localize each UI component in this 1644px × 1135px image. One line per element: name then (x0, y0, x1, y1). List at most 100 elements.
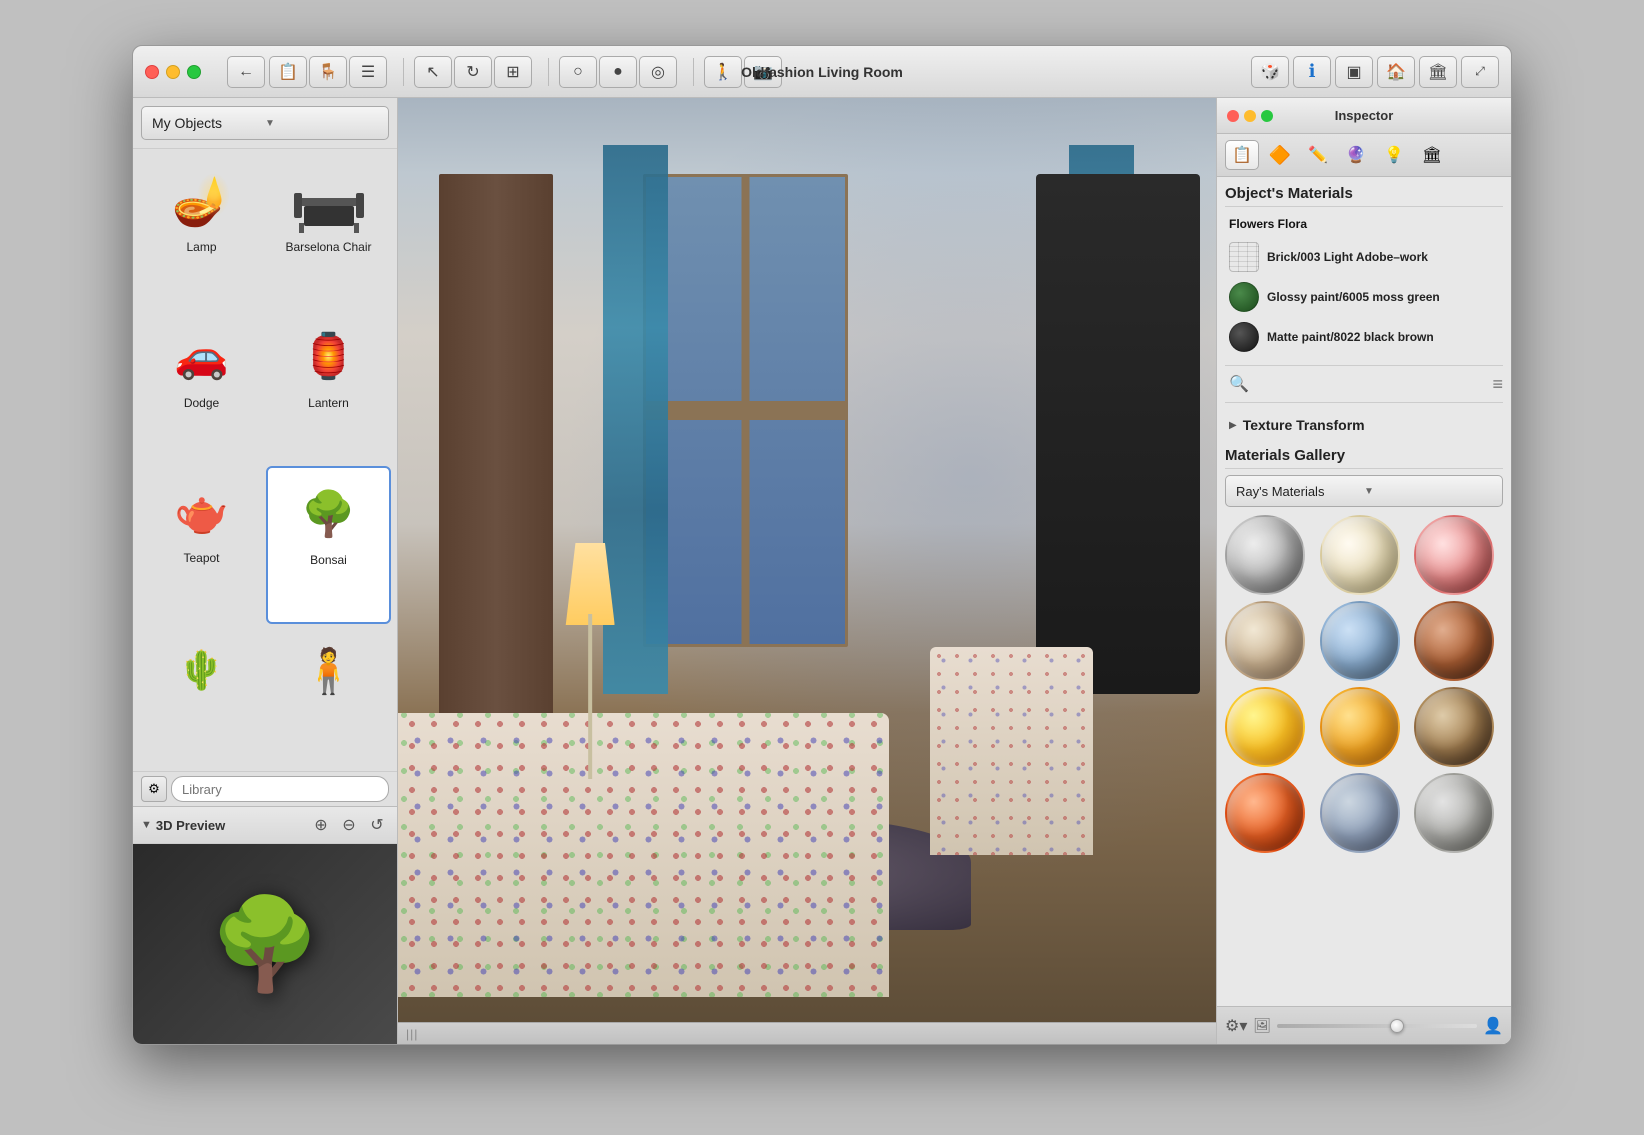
view-group: 📋 🪑 ☰ (269, 56, 387, 88)
tab-lighting[interactable]: 💡 (1377, 140, 1411, 170)
rotate-tool-button[interactable]: ↻ (454, 56, 492, 88)
slider-thumb (1390, 1019, 1404, 1033)
object-item-barselona-chair[interactable]: Barselona Chair (266, 155, 391, 309)
objects-view-button[interactable]: 📋 (269, 56, 307, 88)
window-title: Oldfashion Living Room (741, 64, 903, 80)
refresh-button[interactable]: ↺ (365, 813, 389, 837)
zoom-in-button[interactable]: ⊕ (309, 813, 333, 837)
inspector-tabs: 📋 🔶 ✏️ 🔮 💡 🏛 (1217, 134, 1511, 177)
eyedropper-icon[interactable]: 🔍 (1225, 370, 1253, 398)
render-group: ○ ● ◎ (559, 56, 677, 88)
brick-material-info: Brick/003 Light Adobe–work (1267, 250, 1499, 264)
expand-button[interactable]: ⤢ (1461, 56, 1499, 88)
object-item-lamp[interactable]: 🪔 Lamp (139, 155, 264, 309)
objects-dropdown[interactable]: My Objects ▼ (141, 106, 389, 140)
footer-gear-button[interactable]: ⚙▾ (1225, 1016, 1247, 1036)
main-content: My Objects ▼ 🪔 Lamp (133, 98, 1511, 1044)
object-item-lantern[interactable]: 🏮 Lantern (266, 311, 391, 465)
material-item-glossy-green[interactable]: Glossy paint/6005 moss green (1225, 277, 1503, 317)
close-button[interactable] (145, 65, 159, 79)
tab-materials[interactable]: 🔶 (1263, 140, 1297, 170)
material-sphere-gray-stone[interactable] (1414, 773, 1494, 853)
material-sphere-cream-floral[interactable] (1320, 515, 1400, 595)
tab-building[interactable]: 🏛 (1415, 140, 1449, 170)
material-sphere-gray-floral[interactable] (1225, 515, 1305, 595)
material-sphere-orange-mid[interactable] (1320, 687, 1400, 767)
materials-grid (1225, 515, 1503, 853)
object-item-figure[interactable]: 🧍 (266, 626, 391, 766)
object-item-dodge[interactable]: 🚗 Dodge (139, 311, 264, 465)
objects-materials-title: Object's Materials (1225, 185, 1503, 207)
back-button[interactable]: ← (227, 56, 265, 88)
house-button[interactable]: 🏠 (1377, 56, 1415, 88)
toolbar-separator-3 (693, 58, 694, 86)
floor-lamp (578, 543, 603, 780)
info-button[interactable]: ℹ (1293, 56, 1331, 88)
inspector-title: Inspector (1287, 108, 1441, 123)
maximize-button[interactable] (187, 65, 201, 79)
main-sofa (398, 713, 889, 997)
object-item-bonsai[interactable]: 🌳 Bonsai (266, 466, 391, 624)
object-item-teapot[interactable]: 🫖 Teapot (139, 466, 264, 624)
group-tool-button[interactable]: ⊞ (494, 56, 532, 88)
render-button[interactable]: ◎ (639, 56, 677, 88)
gallery-dropdown[interactable]: Ray's Materials ▼ (1225, 475, 1503, 507)
slider-container: 🖼 👤 (1253, 1016, 1503, 1036)
inspector-body: Object's Materials Flowers Flora Brick/0… (1217, 177, 1511, 1006)
material-sphere-red-floral[interactable] (1414, 515, 1494, 595)
settings-gear-button[interactable]: ⚙ (141, 776, 167, 802)
building-button[interactable]: 🏛 (1419, 56, 1457, 88)
list-view-button[interactable]: ☰ (349, 56, 387, 88)
material-sphere-orange-bright[interactable] (1225, 687, 1305, 767)
furniture-button[interactable]: 🪑 (309, 56, 347, 88)
material-sphere-slate-blue[interactable] (1320, 773, 1400, 853)
tab-render[interactable]: 🔮 (1339, 140, 1373, 170)
material-list: Flowers Flora Brick/003 Light Adobe–work… (1225, 215, 1503, 357)
material-sphere-tan-floral[interactable] (1225, 601, 1305, 681)
solid-button[interactable]: ● (599, 56, 637, 88)
material-item-brick[interactable]: Brick/003 Light Adobe–work (1225, 237, 1503, 277)
tools-row: 🔍 ≡ (1225, 365, 1503, 403)
3d-scene-area[interactable]: ||| (398, 98, 1216, 1044)
matte-black-material-name: Matte paint/8022 black brown (1267, 330, 1499, 344)
texture-transform-header[interactable]: ▶ Texture Transform (1225, 411, 1503, 439)
scene-bottom-bar: ||| (398, 1022, 1216, 1044)
inspector-close-button[interactable] (1227, 110, 1239, 122)
panel-button[interactable]: ▣ (1335, 56, 1373, 88)
library-search-input[interactable] (171, 776, 389, 802)
main-toolbar: ← 📋 🪑 ☰ ↖ ↻ ⊞ ○ ● ◎ 🚶 📷 (227, 56, 788, 88)
materials-gallery-title: Materials Gallery (1225, 447, 1503, 469)
window-frames (646, 177, 845, 644)
tab-objects[interactable]: 📋 (1225, 140, 1259, 170)
cursor-tool-button[interactable]: ↖ (414, 56, 452, 88)
material-sphere-orange-dark[interactable] (1225, 773, 1305, 853)
material-sphere-brown-texture[interactable] (1414, 687, 1494, 767)
lamp-pole (588, 614, 592, 780)
tab-edit[interactable]: ✏️ (1301, 140, 1335, 170)
glossy-green-swatch (1229, 282, 1259, 312)
wire-button[interactable]: ○ (559, 56, 597, 88)
walk-button[interactable]: 🚶 (704, 56, 742, 88)
texture-transform-label: Texture Transform (1243, 417, 1365, 433)
teapot-icon: 🫖 (157, 474, 247, 549)
minimize-button[interactable] (166, 65, 180, 79)
resize-handle-icon[interactable]: ||| (406, 1027, 418, 1041)
material-sphere-blue-diamond[interactable] (1320, 601, 1400, 681)
menu-icon[interactable]: ≡ (1492, 374, 1503, 395)
opacity-slider[interactable] (1277, 1024, 1477, 1028)
material-sphere-rust-linen[interactable] (1414, 601, 1494, 681)
lantern-label: Lantern (308, 396, 349, 410)
preview-toggle-icon[interactable]: ▼ (141, 819, 152, 831)
preview-section: ▼ 3D Preview ⊕ ⊖ ↺ 🌳 (133, 806, 397, 1044)
material-item-matte-black[interactable]: Matte paint/8022 black brown (1225, 317, 1503, 357)
zoom-out-button[interactable]: ⊖ (337, 813, 361, 837)
barselona-chair-label: Barselona Chair (285, 240, 371, 254)
dice-button[interactable]: 🎲 (1251, 56, 1289, 88)
inspector-footer: ⚙▾ 🖼 👤 (1217, 1006, 1511, 1044)
object-item-cactus[interactable]: 🌵 (139, 626, 264, 766)
toolbar-separator-2 (548, 58, 549, 86)
inspector-max-button[interactable] (1261, 110, 1273, 122)
preview-title: 3D Preview (156, 818, 305, 833)
inspector-min-button[interactable] (1244, 110, 1256, 122)
app-window: ← 📋 🪑 ☰ ↖ ↻ ⊞ ○ ● ◎ 🚶 📷 (132, 45, 1512, 1045)
